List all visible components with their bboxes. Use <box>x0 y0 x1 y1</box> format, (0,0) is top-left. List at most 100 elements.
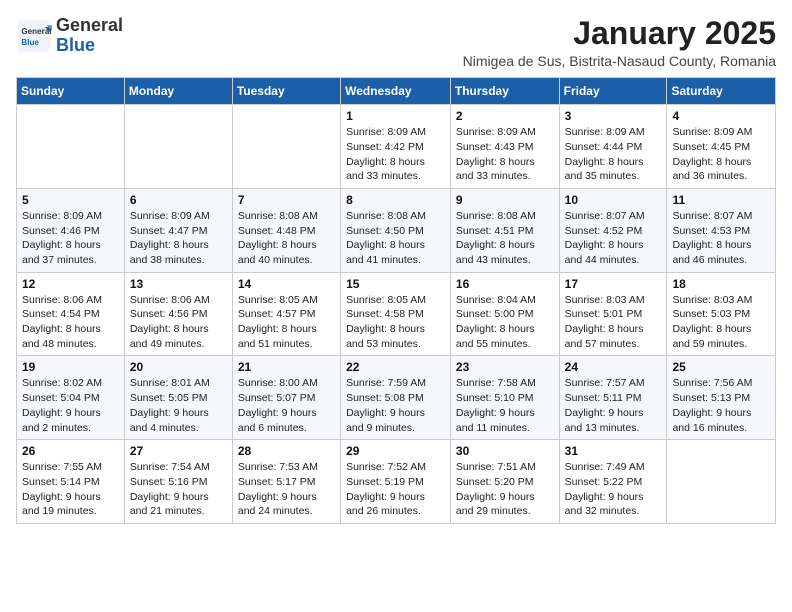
weekday-header-thursday: Thursday <box>450 78 559 105</box>
day-info: Sunrise: 8:01 AMSunset: 5:05 PMDaylight:… <box>130 376 227 435</box>
calendar-cell: 10Sunrise: 8:07 AMSunset: 4:52 PMDayligh… <box>559 188 667 272</box>
day-info: Sunrise: 8:03 AMSunset: 5:03 PMDaylight:… <box>672 293 770 352</box>
day-number: 9 <box>456 193 554 207</box>
day-number: 28 <box>238 444 335 458</box>
day-info: Sunrise: 8:06 AMSunset: 4:56 PMDaylight:… <box>130 293 227 352</box>
day-number: 27 <box>130 444 227 458</box>
calendar-cell: 16Sunrise: 8:04 AMSunset: 5:00 PMDayligh… <box>450 272 559 356</box>
week-row-4: 19Sunrise: 8:02 AMSunset: 5:04 PMDayligh… <box>17 356 776 440</box>
calendar-cell: 17Sunrise: 8:03 AMSunset: 5:01 PMDayligh… <box>559 272 667 356</box>
svg-text:Blue: Blue <box>21 38 39 47</box>
logo-text: General Blue <box>56 16 123 56</box>
day-number: 2 <box>456 109 554 123</box>
calendar-cell <box>667 440 776 524</box>
day-info: Sunrise: 8:05 AMSunset: 4:57 PMDaylight:… <box>238 293 335 352</box>
week-row-1: 1Sunrise: 8:09 AMSunset: 4:42 PMDaylight… <box>17 105 776 189</box>
day-info: Sunrise: 7:57 AMSunset: 5:11 PMDaylight:… <box>565 376 662 435</box>
day-number: 8 <box>346 193 445 207</box>
logo: General Blue General Blue <box>16 16 123 56</box>
logo-icon: General Blue <box>16 18 52 54</box>
calendar-cell: 26 Sunrise: 7:55 AMSunset: 5:14 PMDayligh… <box>17 440 125 524</box>
weekday-header-saturday: Saturday <box>667 78 776 105</box>
page-header: General Blue General Blue January 2025 N… <box>16 16 776 69</box>
calendar-cell: 27Sunrise: 7:54 AMSunset: 5:16 PMDayligh… <box>124 440 232 524</box>
logo-general-text: General <box>56 15 123 35</box>
weekday-header-tuesday: Tuesday <box>232 78 340 105</box>
calendar-cell <box>17 105 125 189</box>
calendar-cell: 15 Sunrise: 8:05 AMSunset: 4:58 PMDayligh… <box>341 272 451 356</box>
day-number: 20 <box>130 360 227 374</box>
weekday-header-friday: Friday <box>559 78 667 105</box>
title-block: January 2025 Nimigea de Sus, Bistrita-Na… <box>463 16 776 69</box>
calendar-cell: 25Sunrise: 7:56 AMSunset: 5:13 PMDayligh… <box>667 356 776 440</box>
day-number: 1 <box>346 109 445 123</box>
day-number: 13 <box>130 277 227 291</box>
day-number: 26 <box>22 444 119 458</box>
day-number: 19 <box>22 360 119 374</box>
day-info: Sunrise: 8:09 AMSunset: 4:47 PMDaylight:… <box>130 209 227 268</box>
day-info: Sunrise: 8:06 AMSunset: 4:54 PMDaylight:… <box>22 293 119 352</box>
calendar-cell: 29 Sunrise: 7:52 AMSunset: 5:19 PMDayligh… <box>341 440 451 524</box>
day-info: Sunrise: 7:55 AMSunset: 5:14 PMDaylight:… <box>22 460 119 519</box>
day-number: 11 <box>672 193 770 207</box>
calendar-cell: 9 Sunrise: 8:08 AMSunset: 4:51 PMDaylight… <box>450 188 559 272</box>
calendar-cell: 8Sunrise: 8:08 AMSunset: 4:50 PMDaylight… <box>341 188 451 272</box>
day-info: Sunrise: 7:59 AMSunset: 5:08 PMDaylight:… <box>346 376 445 435</box>
day-number: 4 <box>672 109 770 123</box>
calendar-cell: 7 Sunrise: 8:08 AMSunset: 4:48 PMDaylight… <box>232 188 340 272</box>
calendar-cell: 6 Sunrise: 8:09 AMSunset: 4:47 PMDaylight… <box>124 188 232 272</box>
day-info: Sunrise: 8:09 AMSunset: 4:46 PMDaylight:… <box>22 209 119 268</box>
day-number: 18 <box>672 277 770 291</box>
day-number: 16 <box>456 277 554 291</box>
day-number: 25 <box>672 360 770 374</box>
day-info: Sunrise: 8:08 AMSunset: 4:48 PMDaylight:… <box>238 209 335 268</box>
calendar-cell: 5Sunrise: 8:09 AMSunset: 4:46 PMDaylight… <box>17 188 125 272</box>
day-info: Sunrise: 7:58 AMSunset: 5:10 PMDaylight:… <box>456 376 554 435</box>
day-info: Sunrise: 7:52 AMSunset: 5:19 PMDaylight:… <box>346 460 445 519</box>
day-number: 29 <box>346 444 445 458</box>
calendar-cell: 30 Sunrise: 7:51 AMSunset: 5:20 PMDayligh… <box>450 440 559 524</box>
day-number: 3 <box>565 109 662 123</box>
day-number: 10 <box>565 193 662 207</box>
calendar-table: SundayMondayTuesdayWednesdayThursdayFrid… <box>16 77 776 524</box>
calendar-cell: 24Sunrise: 7:57 AMSunset: 5:11 PMDayligh… <box>559 356 667 440</box>
location-subtitle: Nimigea de Sus, Bistrita-Nasaud County, … <box>463 53 776 69</box>
day-number: 14 <box>238 277 335 291</box>
day-number: 15 <box>346 277 445 291</box>
day-number: 6 <box>130 193 227 207</box>
day-number: 23 <box>456 360 554 374</box>
calendar-cell <box>232 105 340 189</box>
calendar-cell: 13 Sunrise: 8:06 AMSunset: 4:56 PMDayligh… <box>124 272 232 356</box>
weekday-header-monday: Monday <box>124 78 232 105</box>
week-row-2: 5Sunrise: 8:09 AMSunset: 4:46 PMDaylight… <box>17 188 776 272</box>
week-row-5: 26 Sunrise: 7:55 AMSunset: 5:14 PMDayligh… <box>17 440 776 524</box>
calendar-cell: 11 Sunrise: 8:07 AMSunset: 4:53 PMDayligh… <box>667 188 776 272</box>
calendar-cell: 23 Sunrise: 7:58 AMSunset: 5:10 PMDayligh… <box>450 356 559 440</box>
week-row-3: 12 Sunrise: 8:06 AMSunset: 4:54 PMDayligh… <box>17 272 776 356</box>
day-number: 30 <box>456 444 554 458</box>
day-info: Sunrise: 8:09 AMSunset: 4:45 PMDaylight:… <box>672 125 770 184</box>
day-info: Sunrise: 7:53 AMSunset: 5:17 PMDaylight:… <box>238 460 335 519</box>
day-info: Sunrise: 8:00 AMSunset: 5:07 PMDaylight:… <box>238 376 335 435</box>
day-info: Sunrise: 7:51 AMSunset: 5:20 PMDaylight:… <box>456 460 554 519</box>
day-number: 21 <box>238 360 335 374</box>
day-info: Sunrise: 8:05 AMSunset: 4:58 PMDaylight:… <box>346 293 445 352</box>
calendar-cell: 28 Sunrise: 7:53 AMSunset: 5:17 PMDayligh… <box>232 440 340 524</box>
calendar-header: SundayMondayTuesdayWednesdayThursdayFrid… <box>17 78 776 105</box>
calendar-body: 1Sunrise: 8:09 AMSunset: 4:42 PMDaylight… <box>17 105 776 524</box>
month-title: January 2025 <box>463 16 776 51</box>
day-info: Sunrise: 8:07 AMSunset: 4:53 PMDaylight:… <box>672 209 770 268</box>
calendar-cell: 20 Sunrise: 8:01 AMSunset: 5:05 PMDayligh… <box>124 356 232 440</box>
day-info: Sunrise: 8:09 AMSunset: 4:44 PMDaylight:… <box>565 125 662 184</box>
calendar-cell: 31Sunrise: 7:49 AMSunset: 5:22 PMDayligh… <box>559 440 667 524</box>
day-info: Sunrise: 8:08 AMSunset: 4:51 PMDaylight:… <box>456 209 554 268</box>
calendar-cell: 14 Sunrise: 8:05 AMSunset: 4:57 PMDayligh… <box>232 272 340 356</box>
day-number: 7 <box>238 193 335 207</box>
calendar-cell: 18 Sunrise: 8:03 AMSunset: 5:03 PMDayligh… <box>667 272 776 356</box>
day-number: 12 <box>22 277 119 291</box>
calendar-cell: 3 Sunrise: 8:09 AMSunset: 4:44 PMDaylight… <box>559 105 667 189</box>
day-info: Sunrise: 8:09 AMSunset: 4:43 PMDaylight:… <box>456 125 554 184</box>
weekday-header-sunday: Sunday <box>17 78 125 105</box>
day-number: 31 <box>565 444 662 458</box>
calendar-cell: 21 Sunrise: 8:00 AMSunset: 5:07 PMDayligh… <box>232 356 340 440</box>
